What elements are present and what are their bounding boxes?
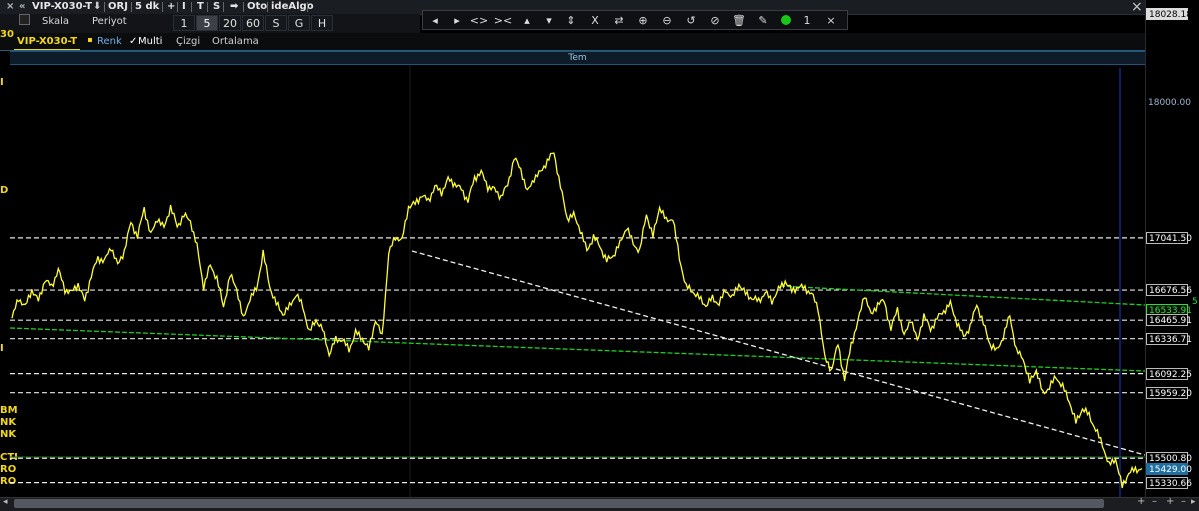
- expand-horizontal-icon[interactable]: <>: [469, 12, 489, 29]
- price-level-label: 17041.50: [1146, 231, 1192, 244]
- period-g-button[interactable]: G: [288, 15, 310, 31]
- window-close-icon[interactable]: ×: [1131, 0, 1143, 15]
- symbol-label[interactable]: VIP-X030-T: [32, 0, 92, 14]
- zoom-in-icon[interactable]: ⊕: [633, 12, 653, 29]
- color-swatch-icon: [88, 38, 92, 42]
- download-icon[interactable]: ⬇: [93, 0, 101, 14]
- t-button[interactable]: T: [197, 0, 204, 14]
- close-icon[interactable]: ×: [6, 0, 14, 14]
- pen-icon[interactable]: ✎: [753, 12, 773, 29]
- oto-button[interactable]: Oto: [247, 0, 267, 14]
- period-s-button[interactable]: S: [265, 15, 287, 31]
- scroll-right-icon[interactable]: ▸: [1191, 497, 1196, 507]
- tab-symbol[interactable]: VIP-X030-T: [14, 34, 81, 50]
- zoom-out-icon[interactable]: ⊖: [657, 12, 677, 29]
- separator: [223, 2, 224, 12]
- axis-top-label: 18028.18: [1146, 8, 1192, 20]
- scroll-add-icon[interactable]: +: [1166, 496, 1174, 507]
- back-icon[interactable]: «: [19, 0, 25, 14]
- tab-cizgi[interactable]: Çizgi: [173, 34, 203, 49]
- scroll-left-icon[interactable]: ◂: [3, 497, 8, 507]
- tool-count: 1: [803, 14, 811, 27]
- price-axis[interactable]: [1145, 0, 1199, 497]
- arrow-left-icon[interactable]: ◂: [425, 12, 445, 29]
- cancel-icon[interactable]: ⊘: [705, 12, 725, 29]
- price-level-label: 15959.20: [1146, 386, 1192, 399]
- i-button[interactable]: I: [182, 0, 186, 14]
- price-level-label: 15330.66: [1146, 476, 1192, 489]
- panel-title: Tem: [568, 53, 587, 63]
- horizontal-levels: [10, 237, 1145, 484]
- period-h-button[interactable]: H: [311, 15, 333, 31]
- trendline-green-lower[interactable]: [10, 327, 1145, 372]
- tab-ortalama[interactable]: Ortalama: [209, 34, 262, 49]
- period-60-button[interactable]: 60: [242, 15, 264, 31]
- price-level-label: 16092.25: [1146, 367, 1192, 380]
- separator: [267, 2, 268, 12]
- zoom-out-icon[interactable]: –: [1152, 496, 1157, 507]
- price-level-label: 16465.91: [1146, 314, 1192, 327]
- separator: [104, 2, 105, 12]
- period-1-button[interactable]: 1: [173, 15, 195, 31]
- s-button[interactable]: S: [213, 0, 220, 14]
- price-level-label: 16676.56: [1146, 284, 1192, 297]
- axis-grid-label: 18000.00: [1148, 98, 1191, 108]
- skala-label: Skala: [42, 16, 69, 27]
- scrollbar-thumb[interactable]: [14, 499, 1104, 508]
- panel-header: Tem: [10, 51, 1145, 65]
- arrow-up-icon[interactable]: ▴: [517, 12, 537, 29]
- exchange-icon[interactable]: ⇄: [609, 12, 629, 29]
- separator: [162, 2, 163, 12]
- skala-checkbox[interactable]: [19, 14, 30, 25]
- separator: [177, 2, 178, 12]
- compress-vertical-icon[interactable]: X: [585, 12, 605, 29]
- separator: [243, 2, 244, 12]
- periyot-label: Periyot: [92, 16, 127, 27]
- tab-multi[interactable]: Multi: [135, 34, 165, 49]
- separator: [191, 2, 192, 12]
- left-edge-text: 30: [0, 29, 14, 40]
- price-level-label: 16336.71: [1146, 332, 1192, 345]
- scroll-remove-icon[interactable]: –: [1181, 496, 1186, 507]
- separator: [207, 2, 208, 12]
- period-20-button[interactable]: 20: [219, 15, 241, 31]
- axis-edge-marker: 5: [1192, 297, 1198, 307]
- period-button[interactable]: 5 dk: [135, 0, 159, 14]
- trendline-green-upper[interactable]: [779, 285, 1145, 306]
- price-level-label: 15429.00: [1146, 462, 1192, 475]
- drawing-toolbar: ◂ ▸ <> >< ▴ ▾ ⇕ X ⇄ ⊕ ⊖ ↺ ⊘ 🗑 ✎ 1 ×: [422, 10, 848, 30]
- status-dot-icon[interactable]: [781, 15, 791, 25]
- expand-vertical-icon[interactable]: ⇕: [561, 12, 581, 29]
- orj-button[interactable]: ORJ: [108, 0, 128, 14]
- zoom-in-icon[interactable]: +: [1137, 496, 1145, 507]
- trash-icon[interactable]: 🗑: [729, 12, 749, 29]
- left-edge-text: D: [0, 185, 9, 196]
- arrow-down-icon[interactable]: ▾: [539, 12, 559, 29]
- trendline-white[interactable]: [411, 250, 1145, 456]
- add-button[interactable]: +: [167, 0, 175, 14]
- period-5-button[interactable]: 5: [196, 15, 218, 31]
- tab-renk[interactable]: Renk: [94, 34, 125, 49]
- left-edge-text: I: [0, 343, 4, 354]
- left-edge-text: I: [0, 77, 4, 88]
- separator: [307, 2, 308, 12]
- price-chart[interactable]: [10, 65, 1145, 497]
- tab-row: [0, 33, 1145, 51]
- separator: [131, 2, 132, 12]
- compress-horizontal-icon[interactable]: ><: [493, 12, 513, 29]
- toolbar-close-icon[interactable]: ×: [821, 12, 841, 29]
- arrow-right-icon[interactable]: ➡: [230, 0, 238, 14]
- arrow-right-icon[interactable]: ▸: [447, 12, 467, 29]
- refresh-icon[interactable]: ↺: [681, 12, 701, 29]
